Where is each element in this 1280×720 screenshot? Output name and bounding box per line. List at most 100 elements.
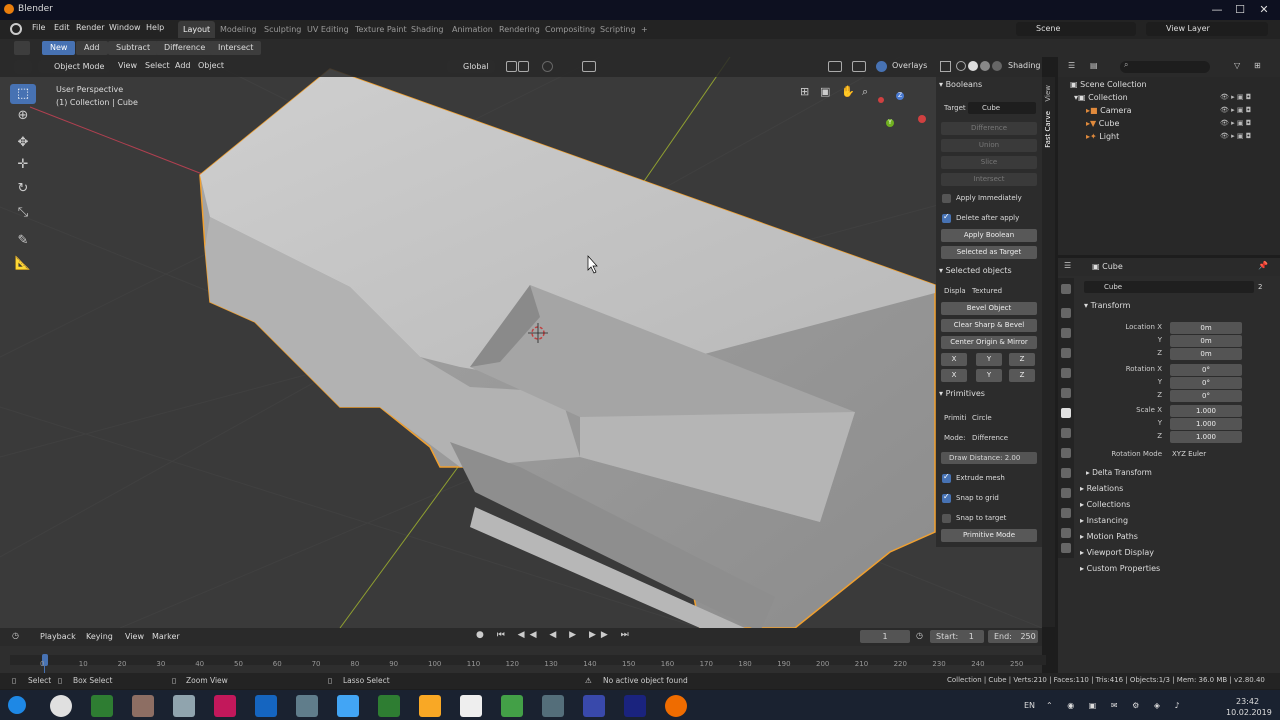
- texture-tab-icon[interactable]: [1061, 543, 1071, 553]
- difference-button[interactable]: Difference: [941, 122, 1037, 135]
- tab-fast-carve[interactable]: Fast Carve: [1044, 111, 1052, 148]
- snap-to-target-checkbox[interactable]: [942, 514, 951, 523]
- menu-window[interactable]: Window: [106, 23, 144, 32]
- tab-compositing[interactable]: Compositing: [540, 21, 600, 38]
- apply-immediately-checkbox[interactable]: [942, 194, 951, 203]
- camera-visibility-icons[interactable]: 👁 ▸ ▣ ◘: [1220, 106, 1251, 114]
- excel-icon[interactable]: [378, 695, 400, 717]
- pivot-icon[interactable]: [506, 61, 517, 72]
- primitive-mode-button[interactable]: Primitive Mode: [941, 529, 1037, 542]
- light-visibility-icons[interactable]: 👁 ▸ ▣ ◘: [1220, 132, 1251, 140]
- constraints-tab-icon[interactable]: [1061, 488, 1071, 498]
- marker-menu[interactable]: Marker: [152, 632, 180, 641]
- camera-view-icon[interactable]: ▣: [820, 85, 830, 98]
- bevel-object-button[interactable]: Bevel Object: [941, 302, 1037, 315]
- relations-section[interactable]: ▸ Relations: [1080, 484, 1123, 493]
- wireframe-shading-icon[interactable]: [956, 61, 966, 71]
- tab-view[interactable]: View: [1044, 85, 1052, 102]
- lightroom-icon[interactable]: [624, 695, 646, 717]
- paint-icon[interactable]: [214, 695, 236, 717]
- tab-shading[interactable]: Shading: [406, 21, 449, 38]
- cursor-tool-icon[interactable]: ⊕: [10, 106, 36, 126]
- archive-icon[interactable]: [132, 695, 154, 717]
- window-icon[interactable]: [542, 695, 564, 717]
- start-button-icon[interactable]: [8, 696, 26, 714]
- pin-icon[interactable]: 📌: [1258, 261, 1268, 270]
- minimize-button[interactable]: —: [1207, 2, 1227, 17]
- rotate-tool-icon[interactable]: ↻: [10, 179, 36, 199]
- timeline-editor-icon[interactable]: ◷: [12, 631, 19, 640]
- menu-object[interactable]: Object: [198, 61, 224, 70]
- outliner-search-input[interactable]: [1120, 61, 1210, 73]
- render-tab-icon[interactable]: [1061, 308, 1071, 318]
- tray-icons[interactable]: ⌃ ◉ ▣ ✉ ⚙ ◈ ♪: [1046, 701, 1186, 710]
- chrome-icon[interactable]: [50, 695, 72, 717]
- scale-tool-icon[interactable]: ⤡: [10, 203, 36, 223]
- pan-hand-icon[interactable]: ✋: [841, 85, 855, 98]
- mode-intersect-button[interactable]: Intersect: [210, 41, 262, 55]
- object-name-field[interactable]: Cube: [1084, 281, 1254, 293]
- calendar-icon[interactable]: [583, 695, 605, 717]
- start-frame-field[interactable]: Start: 1: [930, 630, 984, 643]
- preview-range-icon[interactable]: ◷: [916, 631, 923, 640]
- collection-visibility-icons[interactable]: 👁 ▸ ▣ ◘: [1220, 93, 1251, 101]
- menu-view[interactable]: View: [118, 61, 137, 70]
- overlay-toggle-icon[interactable]: [876, 61, 887, 72]
- folder-icon[interactable]: [419, 695, 441, 717]
- data-tab-icon[interactable]: [1061, 508, 1071, 518]
- mirror-y-button[interactable]: Y: [976, 353, 1002, 366]
- mirror-neg-x-button[interactable]: X: [941, 369, 967, 382]
- game-icon[interactable]: [501, 695, 523, 717]
- utorrent-icon[interactable]: [91, 695, 113, 717]
- menu-help[interactable]: Help: [143, 23, 167, 32]
- annotate-tool-icon[interactable]: ✎: [10, 231, 36, 251]
- timeline-view-menu[interactable]: View: [125, 632, 144, 641]
- properties-type-icon[interactable]: ☰: [1064, 261, 1071, 270]
- mirror-neg-y-button[interactable]: Y: [976, 369, 1002, 382]
- notepad-icon[interactable]: [173, 695, 195, 717]
- move-tool-icon[interactable]: ✥: [10, 133, 36, 153]
- tab-uv-editing[interactable]: UV Editing: [302, 21, 354, 38]
- mode-subtract-button[interactable]: Subtract: [108, 41, 159, 55]
- view-layer-selector[interactable]: View Layer: [1146, 22, 1268, 36]
- motion-paths-section[interactable]: ▸ Motion Paths: [1080, 532, 1138, 541]
- slice-button[interactable]: Slice: [941, 156, 1037, 169]
- tab-texture-paint[interactable]: Texture Paint: [350, 21, 412, 38]
- snap-to-grid-checkbox[interactable]: [942, 492, 951, 503]
- end-frame-field[interactable]: End: 250: [988, 630, 1038, 643]
- tool-icon[interactable]: [296, 695, 318, 717]
- physics-tab-icon[interactable]: [1061, 468, 1071, 478]
- gizmo-x-axis[interactable]: [878, 97, 884, 103]
- tab-layout[interactable]: Layout: [178, 21, 216, 38]
- rotation-x-field[interactable]: 0°: [1170, 364, 1242, 376]
- location-y-field[interactable]: 0m: [1170, 335, 1242, 347]
- overlays-dropdown[interactable]: Overlays: [892, 61, 927, 70]
- primitive-dropdown[interactable]: Circle: [970, 412, 1036, 424]
- instancing-section[interactable]: ▸ Instancing: [1080, 516, 1128, 525]
- editor-type-icon[interactable]: [14, 60, 32, 74]
- new-collection-icon[interactable]: ⊞: [1254, 61, 1261, 70]
- mode-new-button[interactable]: New: [42, 41, 76, 55]
- display-dropdown[interactable]: Textured: [970, 285, 1036, 297]
- outliner-scene-collection[interactable]: ▣ Scene Collection: [1058, 78, 1280, 91]
- tab-scripting[interactable]: Scripting: [595, 21, 641, 38]
- playback-controls[interactable]: ● ⏮ ◀◀ ◀ ▶ ▶▶ ⏭: [476, 630, 634, 640]
- maximize-button[interactable]: ☐: [1230, 2, 1250, 17]
- obs-icon[interactable]: [460, 695, 482, 717]
- menu-file[interactable]: File: [29, 23, 48, 32]
- material-tab-icon[interactable]: [1061, 528, 1071, 538]
- booleans-section-header[interactable]: ▾ Booleans: [939, 80, 1041, 89]
- snap-icon[interactable]: [518, 61, 529, 72]
- word-icon[interactable]: [255, 695, 277, 717]
- solid-shading-icon[interactable]: [968, 61, 978, 71]
- tab-animation[interactable]: Animation: [447, 21, 498, 38]
- menu-edit[interactable]: Edit: [51, 23, 73, 32]
- object-mode-dropdown[interactable]: Object Mode: [38, 60, 111, 73]
- collections-section[interactable]: ▸ Collections: [1080, 500, 1130, 509]
- gizmo-x-neg-axis[interactable]: [918, 115, 926, 123]
- primitives-section-header[interactable]: ▾ Primitives: [939, 389, 1041, 398]
- gizmo-y-axis[interactable]: Y: [886, 119, 894, 127]
- navigation-gizmo[interactable]: ⊞ ▣ ✋ ⌕ Z Y: [800, 85, 930, 130]
- show-gizmo-icon[interactable]: [828, 61, 842, 72]
- location-z-field[interactable]: 0m: [1170, 348, 1242, 360]
